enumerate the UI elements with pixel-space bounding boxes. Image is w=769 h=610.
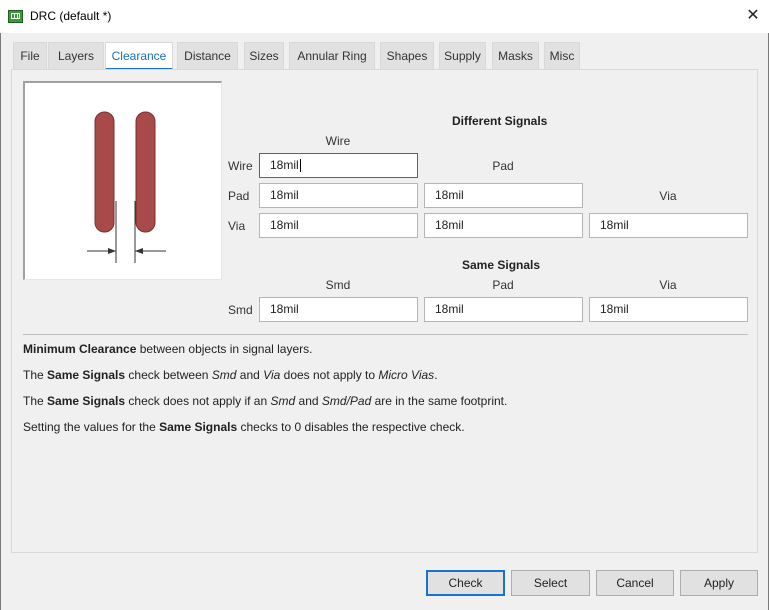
pad-wire-field[interactable]: 18mil	[259, 183, 418, 208]
apply-button[interactable]: Apply	[680, 570, 758, 596]
smd-via-field[interactable]: 18mil	[589, 297, 748, 322]
col-smd-header: Smd	[325, 278, 351, 292]
tab-distance[interactable]: Distance	[177, 42, 238, 70]
divider	[23, 334, 748, 335]
tab-sizes[interactable]: Sizes	[244, 42, 284, 70]
via-wire-field[interactable]: 18mil	[259, 213, 418, 238]
row-pad-label: Pad	[228, 189, 250, 203]
tab-masks[interactable]: Masks	[492, 42, 539, 70]
tab-file[interactable]: File	[13, 42, 47, 70]
smd-smd-field[interactable]: 18mil	[259, 297, 418, 322]
tab-layers[interactable]: Layers	[48, 42, 104, 70]
cancel-button[interactable]: Cancel	[596, 570, 674, 596]
tab-shapes[interactable]: Shapes	[380, 42, 434, 70]
window-title: DRC (default *)	[30, 9, 112, 23]
wire-wire-field[interactable]: 18mil	[259, 153, 418, 178]
check-button[interactable]: Check	[426, 570, 505, 596]
row-smd-label: Smd	[228, 303, 253, 317]
drc-board-icon	[8, 10, 23, 23]
tab-supply[interactable]: Supply	[439, 42, 486, 70]
col-via-header: Via	[659, 189, 677, 203]
tab-clearance[interactable]: Clearance	[105, 42, 173, 70]
clearance-preview	[23, 81, 222, 280]
drc-dialog: File Layers Clearance Distance Sizes Ann…	[0, 33, 769, 610]
close-button[interactable]: ✕	[738, 4, 768, 28]
different-signals-title: Different Signals	[452, 114, 548, 128]
same-signals-title: Same Signals	[462, 258, 541, 272]
col-same-via-header: Via	[659, 278, 677, 292]
clearance-illustration	[87, 111, 166, 263]
description-line-4: Setting the values for the Same Signals …	[23, 420, 465, 434]
row-via-label: Via	[228, 219, 246, 233]
via-via-field[interactable]: 18mil	[589, 213, 748, 238]
title-bar: DRC (default *) ✕	[0, 0, 769, 33]
col-wire-header: Wire	[325, 134, 351, 148]
select-button[interactable]: Select	[511, 570, 590, 596]
col-same-pad-header: Pad	[492, 278, 514, 292]
tab-annular-ring[interactable]: Annular Ring	[289, 42, 375, 70]
description-line-2: The Same Signals check between Smd and V…	[23, 368, 438, 382]
close-icon: ✕	[746, 7, 760, 24]
description-line-3: The Same Signals check does not apply if…	[23, 394, 508, 408]
description-line-1: Minimum Clearance between objects in sig…	[23, 342, 313, 356]
clearance-panel: Different Signals Wire Wire 18mil Pad Pa…	[11, 69, 758, 553]
tab-misc[interactable]: Misc	[544, 42, 580, 70]
col-pad-header: Pad	[492, 159, 514, 173]
via-pad-field[interactable]: 18mil	[424, 213, 583, 238]
row-wire-label: Wire	[228, 159, 253, 173]
smd-pad-field[interactable]: 18mil	[424, 297, 583, 322]
pad-pad-field[interactable]: 18mil	[424, 183, 583, 208]
